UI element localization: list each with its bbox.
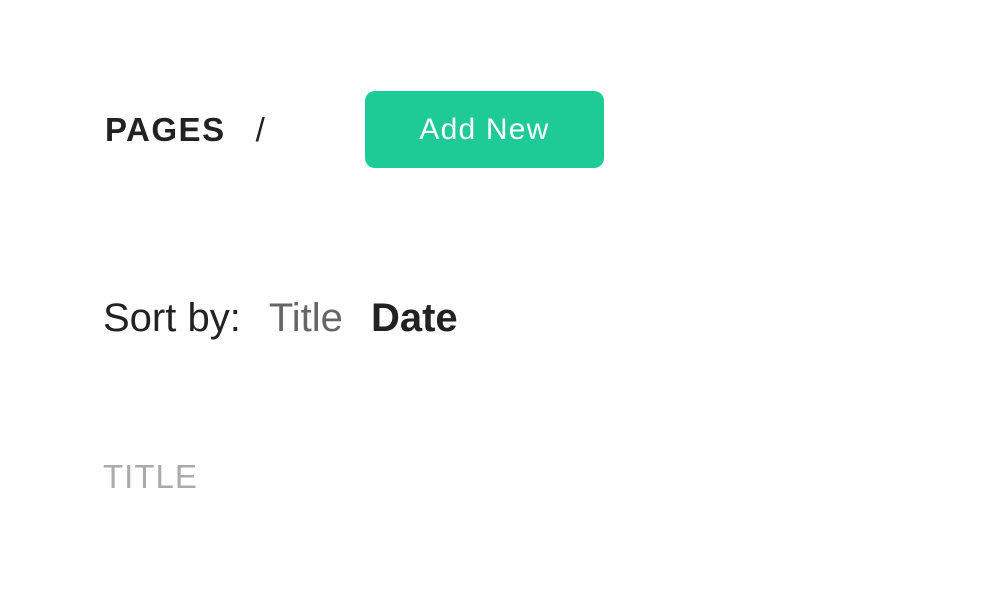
pages-screen: PAGES / Add New Sort by: Title Date TITL…: [0, 0, 1000, 600]
column-header-title[interactable]: TITLE: [103, 458, 198, 496]
breadcrumb-separator: /: [255, 110, 267, 148]
sort-option-title[interactable]: Title: [269, 296, 343, 341]
page-header: PAGES /: [105, 91, 266, 168]
sort-label: Sort by:: [103, 296, 241, 340]
add-new-button[interactable]: Add New: [365, 91, 604, 168]
sort-bar: Sort by: Title Date: [103, 296, 458, 341]
sort-option-date[interactable]: Date: [371, 296, 458, 341]
breadcrumb: PAGES /: [105, 111, 266, 149]
breadcrumb-root[interactable]: PAGES: [105, 111, 226, 149]
